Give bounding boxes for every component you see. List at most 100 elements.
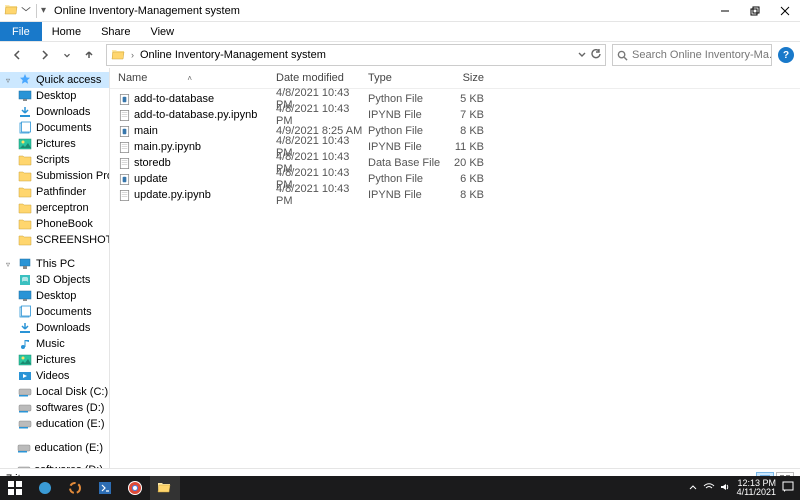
qat-dropdown-icon[interactable] xyxy=(20,3,32,18)
file-name: update.py.ipynb xyxy=(134,189,276,201)
nav-item-pictures[interactable]: Pictures xyxy=(0,136,109,152)
nav-item-desktop[interactable]: Desktop xyxy=(0,88,109,104)
file-type: Python File xyxy=(368,93,442,105)
col-date[interactable]: Date modified xyxy=(276,72,368,84)
nav-item-screenshots[interactable]: SCREENSHOTS xyxy=(0,232,109,248)
nav-item-desktop[interactable]: Desktop xyxy=(0,288,109,304)
nav-item-3d-objects[interactable]: 3D Objects xyxy=(0,272,109,288)
disk-icon xyxy=(17,463,31,468)
disk-icon xyxy=(18,401,32,415)
taskbar-explorer[interactable] xyxy=(150,476,180,500)
file-name: main xyxy=(134,125,276,137)
tray-volume-icon[interactable] xyxy=(719,481,731,495)
col-type[interactable]: Type xyxy=(368,72,442,84)
py-file-icon xyxy=(118,124,134,138)
folder-icon xyxy=(18,201,32,215)
file-row[interactable]: main.py.ipynb4/8/2021 10:43 PMIPYNB File… xyxy=(110,139,800,155)
file-tab[interactable]: File xyxy=(0,22,42,41)
file-row[interactable]: update4/8/2021 10:43 PMPython File6 KB xyxy=(110,171,800,187)
file-size: 5 KB xyxy=(442,93,484,105)
nav-recent-dropdown[interactable] xyxy=(62,44,72,66)
file-type: Python File xyxy=(368,125,442,137)
taskbar-app-1[interactable] xyxy=(30,476,60,500)
nav-item-education-e-[interactable]: education (E:) xyxy=(0,416,109,432)
taskbar-app-3[interactable] xyxy=(90,476,120,500)
file-type: Python File xyxy=(368,173,442,185)
nav-item-softwares-d-[interactable]: softwares (D:) xyxy=(0,400,109,416)
file-content: Name˄ Date modified Type Size add-to-dat… xyxy=(110,68,800,468)
file-row[interactable]: add-to-database.py.ipynb4/8/2021 10:43 P… xyxy=(110,107,800,123)
tab-home[interactable]: Home xyxy=(42,22,91,41)
address-bar[interactable]: › Online Inventory-Management system xyxy=(106,44,606,66)
documents-icon xyxy=(18,305,32,319)
taskbar-app-2[interactable] xyxy=(60,476,90,500)
close-button[interactable] xyxy=(770,0,800,22)
videos-icon xyxy=(18,369,32,383)
col-name[interactable]: Name˄ xyxy=(118,72,276,84)
tray-wifi-icon[interactable] xyxy=(703,481,715,495)
disk-icon xyxy=(17,441,31,455)
file-file-icon xyxy=(118,156,134,170)
titlebar: ▾ Online Inventory-Management system xyxy=(0,0,800,22)
file-name: storedb xyxy=(134,157,276,169)
nav-item-downloads[interactable]: Downloads xyxy=(0,320,109,336)
file-list[interactable]: add-to-database4/8/2021 10:43 PMPython F… xyxy=(110,89,800,468)
nav-this-pc[interactable]: ▿ This PC xyxy=(0,256,109,272)
nav-forward-button[interactable] xyxy=(34,44,56,66)
taskbar-chrome[interactable] xyxy=(120,476,150,500)
nav-quick-access[interactable]: ▿ Quick access xyxy=(0,72,109,88)
desktop-icon xyxy=(18,89,32,103)
file-row[interactable]: storedb4/8/2021 10:43 PMData Base File20… xyxy=(110,155,800,171)
nav-item-pictures[interactable]: Pictures xyxy=(0,352,109,368)
nav-item-education-e-[interactable]: ▿education (E:) xyxy=(0,440,109,456)
breadcrumb[interactable]: Online Inventory-Management system xyxy=(140,49,326,61)
file-size: 20 KB xyxy=(442,157,484,169)
nav-item-local-disk-c-[interactable]: Local Disk (C:) xyxy=(0,384,109,400)
nav-item-music[interactable]: Music xyxy=(0,336,109,352)
file-type: IPYNB File xyxy=(368,189,442,201)
start-button[interactable] xyxy=(0,476,30,500)
ribbon: File Home Share View xyxy=(0,22,800,42)
search-placeholder: Search Online Inventory-Ma... xyxy=(632,49,772,61)
qat-customize[interactable]: ▾ xyxy=(41,5,46,16)
file-row[interactable]: main4/9/2021 8:25 AMPython File8 KB xyxy=(110,123,800,139)
tab-view[interactable]: View xyxy=(140,22,184,41)
tray-chevron-icon[interactable] xyxy=(687,481,699,495)
nav-item-perceptron[interactable]: perceptron xyxy=(0,200,109,216)
3d-icon xyxy=(18,273,32,287)
taskbar: 12:13 PM 4/11/2021 xyxy=(0,476,800,500)
taskbar-clock[interactable]: 12:13 PM 4/11/2021 xyxy=(737,479,776,497)
refresh-icon[interactable] xyxy=(591,49,601,62)
restore-button[interactable] xyxy=(740,0,770,22)
col-size[interactable]: Size xyxy=(442,72,484,84)
tab-share[interactable]: Share xyxy=(91,22,140,41)
file-row[interactable]: update.py.ipynb4/8/2021 10:43 PMIPYNB Fi… xyxy=(110,187,800,203)
nav-up-button[interactable] xyxy=(78,44,100,66)
nav-item-videos[interactable]: Videos xyxy=(0,368,109,384)
nav-item-submission-proj[interactable]: Submission Proj xyxy=(0,168,109,184)
nav-back-button[interactable] xyxy=(6,44,28,66)
nav-item-pathfinder[interactable]: Pathfinder xyxy=(0,184,109,200)
search-icon xyxy=(617,50,628,61)
search-input[interactable]: Search Online Inventory-Ma... xyxy=(612,44,772,66)
nav-item-softwares-d-[interactable]: ▿softwares (D:) xyxy=(0,462,109,468)
address-dropdown-icon[interactable] xyxy=(577,49,587,62)
nav-item-downloads[interactable]: Downloads xyxy=(0,104,109,120)
nav-item-documents[interactable]: Documents xyxy=(0,120,109,136)
file-row[interactable]: add-to-database4/8/2021 10:43 PMPython F… xyxy=(110,91,800,107)
column-headers: Name˄ Date modified Type Size xyxy=(110,68,800,89)
window-folder-icon xyxy=(4,2,18,19)
nav-item-documents[interactable]: Documents xyxy=(0,304,109,320)
window-title: Online Inventory-Management system xyxy=(50,5,240,17)
file-size: 8 KB xyxy=(442,125,484,137)
nav-item-scripts[interactable]: Scripts xyxy=(0,152,109,168)
minimize-button[interactable] xyxy=(710,0,740,22)
help-button[interactable]: ? xyxy=(778,47,794,63)
action-center-icon[interactable] xyxy=(782,481,794,495)
file-type: Data Base File xyxy=(368,157,442,169)
file-date: 4/8/2021 10:43 PM xyxy=(276,103,368,127)
chevron-right-icon[interactable]: › xyxy=(131,50,134,60)
file-file-icon xyxy=(118,108,134,122)
file-name: main.py.ipynb xyxy=(134,141,276,153)
nav-item-phonebook[interactable]: PhoneBook xyxy=(0,216,109,232)
